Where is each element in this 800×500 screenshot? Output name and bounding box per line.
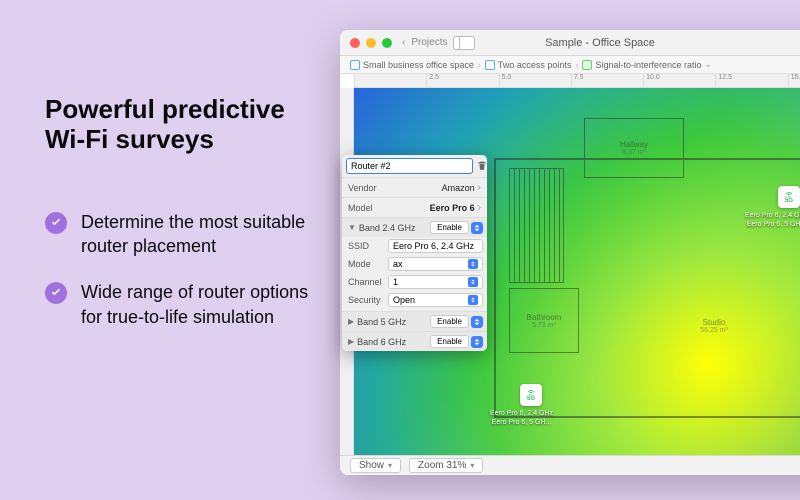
model-label: Model: [348, 203, 373, 213]
feature-1: Determine the most suitable router place…: [45, 210, 325, 259]
band-24-title: Band 2.4 GHz: [359, 223, 430, 233]
router-name-input[interactable]: [346, 158, 473, 174]
zoom-dropdown[interactable]: Zoom 31% ▾: [409, 458, 483, 473]
breadcrumb-label-1: Small business office space: [363, 60, 474, 70]
check-icon: [45, 282, 67, 304]
ruler-horizontal: 2.55.07.510.012.515.0: [354, 74, 800, 88]
chevron-right-icon: ›: [478, 202, 481, 213]
feature-2: Wide range of router options for true-to…: [45, 280, 325, 329]
band-24-section[interactable]: ▼ Band 2.4 GHz Enable: [342, 217, 487, 237]
wifi-icon: [526, 388, 536, 396]
show-dropdown[interactable]: Show ▾: [350, 458, 401, 473]
chevron-down-icon: ▾: [388, 461, 392, 470]
model-value: Eero Pro 6: [430, 203, 475, 213]
breadcrumb-item-2[interactable]: Two access points: [485, 60, 572, 70]
band-6-section[interactable]: ▶ Band 6 GHz Enable: [342, 331, 487, 351]
room-label-studio: Studio: [703, 318, 726, 327]
triangle-right-icon: ▶: [348, 337, 354, 346]
dropdown-caret-icon: [468, 295, 478, 305]
check-icon: [45, 212, 67, 234]
mode-label: Mode: [348, 259, 383, 269]
vendor-label: Vendor: [348, 183, 377, 193]
breadcrumb-label-2: Two access points: [498, 60, 572, 70]
breadcrumb-item-3[interactable]: Signal-to-interference ratio ⌄: [582, 59, 712, 70]
visualization-icon: [582, 60, 592, 70]
sidebar-toggle-icon[interactable]: [453, 36, 475, 50]
router-band: 5G: [785, 198, 793, 204]
breadcrumb-item-1[interactable]: Small business office space: [350, 60, 474, 70]
mode-select[interactable]: ax: [388, 257, 483, 271]
maximize-window-button[interactable]: [382, 38, 392, 48]
band-5-title: Band 5 GHz: [357, 317, 430, 327]
vendor-row[interactable]: Vendor Amazon›: [342, 177, 487, 197]
delete-router-button[interactable]: [477, 159, 487, 173]
project-icon: [350, 60, 360, 70]
feature-1-text: Determine the most suitable router place…: [81, 210, 325, 259]
mode-value: ax: [393, 259, 403, 269]
zoom-label: Zoom 31%: [418, 460, 466, 471]
vendor-value: Amazon: [442, 183, 475, 193]
minimize-window-button[interactable]: [366, 38, 376, 48]
security-select[interactable]: Open: [388, 293, 483, 307]
stairs-icon: [509, 168, 564, 283]
room-area-hallway: 8.37 m²: [622, 149, 646, 156]
band-24-enable-button[interactable]: Enable: [430, 221, 469, 234]
triangle-down-icon: ▼: [348, 223, 356, 232]
security-label: Security: [348, 295, 383, 305]
ssid-value: Eero Pro 6, 2.4 GHz: [393, 241, 474, 251]
band-6-enable-button[interactable]: Enable: [430, 335, 469, 348]
breadcrumb: Small business office space › Two access…: [340, 56, 800, 74]
security-value: Open: [393, 295, 415, 305]
router-marker-1[interactable]: 5G: [778, 186, 800, 208]
ssid-field: Eero Pro 6, 2.4 GHz: [388, 239, 483, 253]
feature-2-text: Wide range of router options for true-to…: [81, 280, 325, 329]
room-area-studio: 56.25 m²: [700, 327, 728, 334]
stepper-icon[interactable]: [471, 316, 483, 328]
triangle-right-icon: ▶: [348, 317, 354, 326]
bottombar: Show ▾ Zoom 31% ▾ 44 dB: [340, 455, 800, 475]
breadcrumb-label-3: Signal-to-interference ratio: [595, 60, 701, 70]
chevron-right-icon: ›: [478, 60, 481, 70]
router-ssid-1: Eero Pro 6, 2.4 GHzEero Pro 6, 5 GH...: [745, 212, 800, 230]
stepper-icon[interactable]: [471, 222, 483, 234]
dropdown-caret-icon: [468, 259, 478, 269]
headline: Powerful predictive Wi-Fi surveys: [45, 95, 325, 155]
back-label: Projects: [411, 37, 447, 48]
back-button[interactable]: ‹: [402, 37, 405, 48]
band-6-title: Band 6 GHz: [357, 337, 430, 347]
router-band: 5G: [527, 396, 535, 402]
dropdown-caret-icon: [468, 277, 478, 287]
close-window-button[interactable]: [350, 38, 360, 48]
router-config-panel: Vendor Amazon› Model Eero Pro 6› ▼ Band …: [342, 155, 487, 351]
ssid-label: SSID: [348, 241, 383, 251]
chevron-right-icon: ›: [575, 60, 578, 70]
wifi-icon: [784, 190, 794, 198]
router-marker-2[interactable]: 5G: [520, 384, 542, 406]
show-label: Show: [359, 460, 384, 471]
window-title: Sample - Office Space: [545, 37, 655, 49]
chevron-down-icon: ▾: [470, 461, 474, 470]
band-5-enable-button[interactable]: Enable: [430, 315, 469, 328]
band-5-section[interactable]: ▶ Band 5 GHz Enable: [342, 311, 487, 331]
router-ssid-2: Eero Pro 6, 2.4 GHzEero Pro 6, 5 GH...: [490, 410, 553, 428]
room-area-bathroom: 5.73 m²: [532, 322, 556, 329]
titlebar: ‹ Projects Sample - Office Space: [340, 30, 800, 56]
updown-icon: ⌄: [705, 59, 713, 70]
model-row[interactable]: Model Eero Pro 6›: [342, 197, 487, 217]
room-label-hallway: Hallway: [620, 140, 648, 149]
snapshot-icon: [485, 60, 495, 70]
channel-label: Channel: [348, 277, 383, 287]
stepper-icon[interactable]: [471, 336, 483, 348]
room-label-bathroom: Bathroom: [527, 313, 562, 322]
chevron-right-icon: ›: [478, 182, 481, 193]
channel-value: 1: [393, 277, 398, 287]
channel-select[interactable]: 1: [388, 275, 483, 289]
